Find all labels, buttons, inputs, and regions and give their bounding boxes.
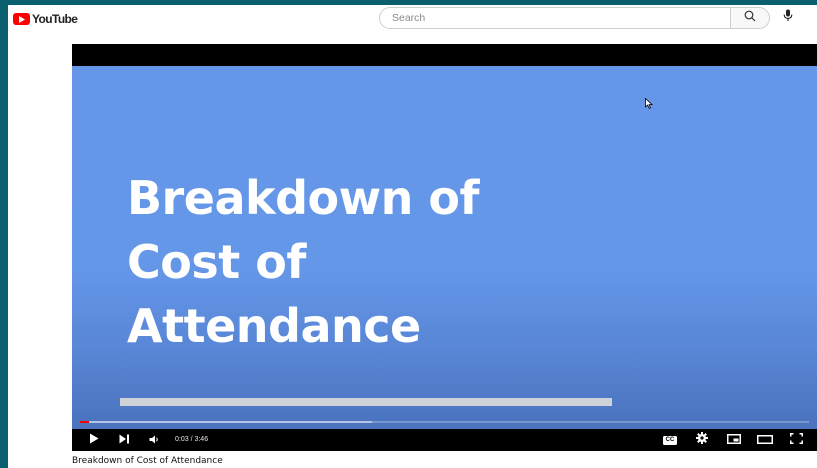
search-button[interactable] bbox=[730, 7, 770, 29]
volume-icon bbox=[149, 431, 160, 449]
captions-icon: CC bbox=[663, 435, 677, 445]
next-icon bbox=[119, 431, 130, 449]
play-button[interactable] bbox=[86, 429, 102, 451]
mic-icon bbox=[783, 9, 793, 27]
search-icon bbox=[744, 9, 756, 27]
captions-button[interactable]: CC bbox=[660, 429, 680, 451]
theater-mode-button[interactable] bbox=[754, 429, 776, 451]
search-bar bbox=[379, 7, 770, 29]
theater-mode-icon bbox=[757, 431, 773, 449]
next-button[interactable] bbox=[116, 429, 132, 451]
progress-bar[interactable] bbox=[80, 421, 809, 423]
volume-button[interactable] bbox=[146, 429, 162, 451]
youtube-page: YouTube Breakdown of Cost of Attendance bbox=[8, 5, 817, 468]
miniplayer-icon bbox=[727, 431, 741, 449]
video-title: Breakdown of Cost of Attendance bbox=[72, 456, 223, 466]
video-player[interactable]: Breakdown of Cost of Attendance 0:03 / 3… bbox=[72, 44, 817, 451]
play-icon bbox=[89, 431, 99, 449]
fullscreen-button[interactable] bbox=[786, 429, 806, 451]
voice-search-button[interactable] bbox=[780, 9, 796, 27]
settings-gear-icon bbox=[696, 431, 708, 449]
settings-button[interactable] bbox=[692, 429, 712, 451]
logo-text: YouTube bbox=[32, 12, 78, 26]
video-frame[interactable]: Breakdown of Cost of Attendance bbox=[72, 66, 817, 429]
mouse-cursor-icon bbox=[645, 96, 654, 114]
slide-title: Breakdown of Cost of Attendance bbox=[127, 171, 479, 353]
slide-divider bbox=[120, 398, 612, 406]
youtube-logo-icon bbox=[13, 13, 30, 25]
fullscreen-icon bbox=[789, 431, 803, 449]
youtube-logo[interactable]: YouTube bbox=[13, 12, 78, 26]
progress-buffered bbox=[80, 421, 372, 423]
time-display: 0:03 / 3:46 bbox=[175, 436, 209, 443]
progress-played bbox=[80, 421, 90, 423]
player-controls: 0:03 / 3:46 CC bbox=[72, 429, 817, 451]
miniplayer-button[interactable] bbox=[724, 429, 744, 451]
search-input[interactable] bbox=[379, 7, 730, 29]
